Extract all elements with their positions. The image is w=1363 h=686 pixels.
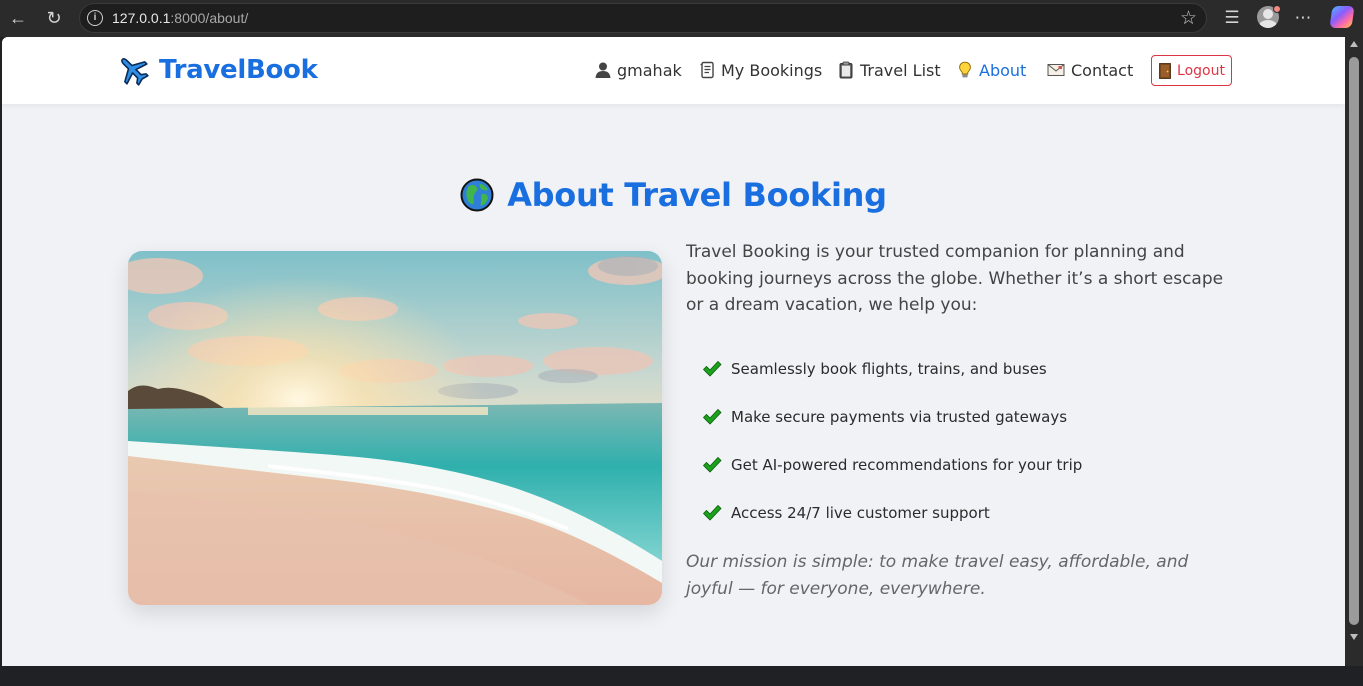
- list-item: Seamlessly book flights, trains, and bus…: [702, 345, 1222, 393]
- checkmark-icon: [702, 360, 722, 377]
- airplane-icon: [121, 58, 149, 86]
- page-scrollbar[interactable]: [1345, 37, 1363, 666]
- door-icon: [1159, 62, 1171, 79]
- user-icon: [595, 62, 611, 78]
- site-navbar: TravelBook gmahak My Bookings Travel Lis…: [2, 37, 1345, 104]
- site-info-icon[interactable]: i: [87, 10, 103, 26]
- favorites-icon[interactable]: ☰: [1220, 6, 1244, 30]
- scroll-up-icon[interactable]: [1350, 41, 1358, 47]
- reload-icon[interactable]: ↻: [41, 6, 67, 30]
- page-footer-edge: [0, 666, 1363, 686]
- back-icon[interactable]: ←: [5, 6, 31, 30]
- feature-text: Get AI-powered recommendations for your …: [731, 456, 1083, 474]
- logout-label: Logout: [1177, 62, 1225, 79]
- nav-label-about: About: [979, 60, 1027, 80]
- nav-item-about[interactable]: About: [956, 59, 1026, 81]
- feature-text: Make secure payments via trusted gateway…: [731, 408, 1068, 426]
- nav-label-my-bookings: My Bookings: [721, 60, 823, 80]
- nav-item-user[interactable]: gmahak: [594, 59, 682, 81]
- nav-label-contact: Contact: [1071, 60, 1134, 80]
- lightbulb-icon: [959, 61, 971, 78]
- clipboard-icon: [839, 61, 853, 79]
- nav-item-travel-list[interactable]: Travel List: [837, 59, 941, 81]
- url-text: 127.0.0.1:8000/about/: [112, 10, 249, 26]
- more-menu-icon[interactable]: ⋯: [1291, 6, 1315, 30]
- nav-item-contact[interactable]: Contact: [1046, 59, 1133, 81]
- page-title: About Travel Booking: [507, 176, 887, 214]
- page-heading: About Travel Booking: [2, 175, 1345, 215]
- nav-label-user: gmahak: [617, 60, 682, 80]
- feature-text: Seamlessly book flights, trains, and bus…: [731, 360, 1047, 378]
- bookmark-star-icon[interactable]: ☆: [1180, 7, 1197, 30]
- scroll-icon: [700, 61, 714, 79]
- brand-name: TravelBook: [159, 55, 318, 85]
- list-item: Get AI-powered recommendations for your …: [702, 441, 1222, 489]
- scroll-down-icon[interactable]: [1350, 634, 1358, 640]
- mission-statement: Our mission is simple: to make travel ea…: [686, 552, 1189, 599]
- intro-paragraph: Travel Booking is your trusted companion…: [686, 242, 1224, 315]
- list-item: Make secure payments via trusted gateway…: [702, 393, 1222, 441]
- feature-text: Access 24/7 live customer support: [731, 504, 990, 522]
- checkmark-icon: [702, 408, 722, 425]
- address-bar[interactable]: i 127.0.0.1:8000/about/ ☆: [79, 3, 1207, 33]
- nav-label-travel-list: Travel List: [860, 60, 941, 80]
- profile-notification-dot: [1273, 5, 1281, 13]
- copilot-icon[interactable]: [1329, 6, 1355, 28]
- page-viewport: TravelBook gmahak My Bookings Travel Lis…: [2, 37, 1345, 666]
- beach-sunset-image: [128, 251, 662, 605]
- browser-toolbar: ← ↻ i 127.0.0.1:8000/about/ ☆ ☰ ⋯: [0, 0, 1363, 37]
- list-item: Access 24/7 live customer support: [702, 489, 1222, 537]
- checkmark-icon: [702, 456, 722, 473]
- features-list: Seamlessly book flights, trains, and bus…: [702, 345, 1222, 537]
- nav-item-my-bookings[interactable]: My Bookings: [698, 59, 822, 81]
- brand-link[interactable]: TravelBook: [117, 53, 318, 87]
- globe-icon: [460, 178, 494, 212]
- logout-button[interactable]: Logout: [1151, 55, 1232, 86]
- checkmark-icon: [702, 504, 722, 521]
- envelope-icon: [1047, 64, 1065, 76]
- scrollbar-thumb[interactable]: [1349, 57, 1359, 625]
